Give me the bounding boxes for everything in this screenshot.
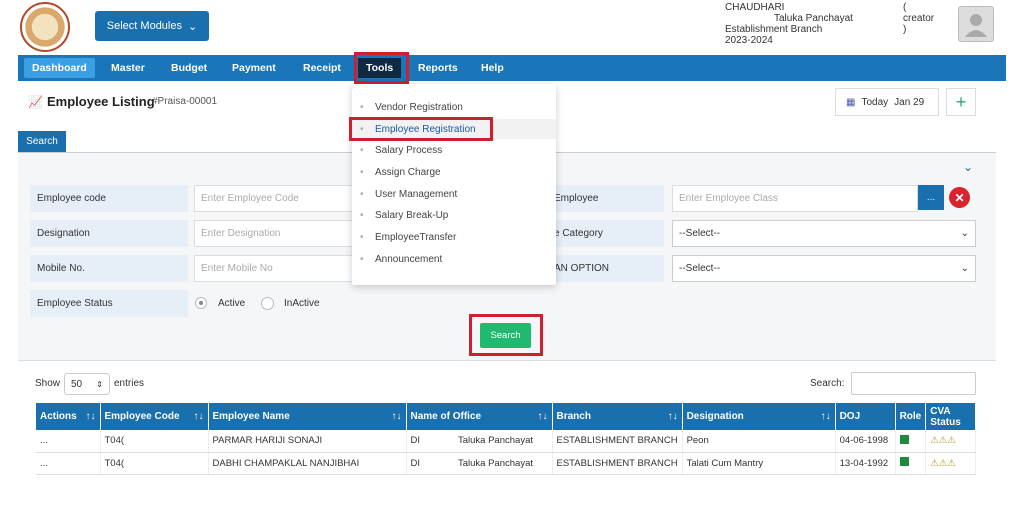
lookup-button[interactable]: ... [918, 185, 944, 210]
cva-warning-icons: ⚠⚠⚠ [925, 452, 976, 475]
row-branch: ESTABLISHMENT BRANCH [552, 430, 683, 453]
row-name: DABHI CHAMPAKLAL NANJIBHAI [208, 452, 407, 475]
entries-label: entries [114, 378, 145, 389]
nav-help[interactable]: Help [473, 58, 512, 78]
row-doj: 13-04-1992 [835, 452, 896, 475]
row-designation: Talati Cum Mantry [682, 452, 836, 475]
row-doj: 04-06-1998 [835, 430, 896, 453]
status-label: Employee Status [30, 290, 188, 317]
employee-code-input[interactable]: Enter Employee Code [194, 185, 354, 212]
highlight-tools [354, 52, 409, 84]
menu-assign-charge[interactable]: Assign Charge [352, 162, 556, 182]
add-button[interactable]: + [946, 88, 976, 116]
chevron-down-icon: ⌄ [960, 228, 969, 239]
row-actions[interactable]: ... [36, 430, 101, 453]
menu-salary-breakup[interactable]: Salary Break-Up [352, 205, 556, 225]
calendar-icon: ▦ [846, 96, 856, 108]
select-modules-label: Select Modules [106, 20, 182, 32]
designation-input[interactable]: Enter Designation [194, 220, 354, 247]
today-date: Jan 29 [894, 96, 925, 108]
menu-vendor-registration[interactable]: Vendor Registration [352, 97, 556, 117]
select-modules-button[interactable]: Select Modules ⌄ [95, 11, 209, 41]
role-icon[interactable] [895, 452, 927, 475]
mobile-input[interactable]: Enter Mobile No [194, 255, 354, 282]
row-name: PARMAR HARIJI SONAJI [208, 430, 407, 453]
nav-master[interactable]: Master [103, 58, 153, 78]
row-code: T04( [100, 452, 209, 475]
nav-reports[interactable]: Reports [410, 58, 466, 78]
nav-budget[interactable]: Budget [163, 58, 215, 78]
tools-dropdown: Vendor Registration Employee Registratio… [352, 84, 556, 285]
collapse-chevron-icon[interactable]: ⌄ [963, 160, 973, 174]
emblem-logo [20, 2, 70, 52]
col-cva-status: CVA Status [925, 403, 976, 430]
financial-year: 2023-2024 [725, 35, 773, 46]
avatar[interactable] [958, 6, 994, 42]
category-select[interactable]: --Select-- ⌄ [672, 220, 976, 247]
col-actions[interactable]: Actions ↑↓ [36, 403, 101, 430]
today-button[interactable]: ▦ Today Jan 29 [835, 88, 939, 116]
page-ref: #Praisa-00001 [152, 96, 218, 107]
plus-icon: + [955, 91, 967, 112]
menu-user-management[interactable]: User Management [352, 184, 556, 204]
table-row: ... T04( DABHI CHAMPAKLAL NANJIBHAI DI Ta… [36, 452, 976, 475]
option-value: --Select-- [679, 263, 721, 274]
highlight-search [469, 314, 543, 356]
row-office: DI Taluka Panchayat [406, 452, 553, 475]
inactive-radio[interactable] [261, 297, 274, 310]
table-search-label: Search: [810, 378, 845, 389]
entries-value: 50 [71, 378, 83, 390]
menu-salary-process[interactable]: Salary Process [352, 140, 556, 160]
nav-payment[interactable]: Payment [224, 58, 284, 78]
main-nav: Dashboard Master Budget Payment Receipt … [18, 55, 1006, 81]
mobile-label: Mobile No. [30, 255, 188, 282]
chevron-down-icon: ⌄ [960, 263, 969, 274]
cva-warning-icons: ⚠⚠⚠ [925, 430, 976, 453]
row-branch: ESTABLISHMENT BRANCH [552, 452, 683, 475]
row-designation: Peon [682, 430, 836, 453]
row-code: T04( [100, 430, 209, 453]
col-office[interactable]: Name of Office ↑↓ [406, 403, 553, 430]
role-icon[interactable] [895, 430, 927, 453]
row-actions[interactable]: ... [36, 452, 101, 475]
menu-employee-transfer[interactable]: EmployeeTransfer [352, 227, 556, 247]
user-role: ( creator ) [903, 2, 935, 35]
col-employee-name[interactable]: Employee Name ↑↓ [208, 403, 407, 430]
user-branch: Establishment Branch [725, 24, 823, 35]
row-office: DI Taluka Panchayat [406, 430, 553, 453]
active-label: Active [218, 298, 246, 309]
table-row: ... T04( PARMAR HARIJI SONAJI DI Taluka P… [36, 430, 976, 453]
option-select[interactable]: --Select-- ⌄ [672, 255, 976, 282]
designation-label: Designation [30, 220, 188, 247]
today-label: Today [861, 96, 889, 108]
active-radio[interactable] [195, 297, 207, 309]
user-name: CHAUDHARI [725, 2, 785, 13]
user-icon [965, 14, 987, 37]
col-role: Role [895, 403, 927, 430]
inactive-label: InActive [284, 298, 320, 309]
page-title: Employee Listing [47, 94, 155, 109]
show-label: Show [35, 378, 61, 389]
col-doj[interactable]: DOJ [835, 403, 896, 430]
sort-icon: ⇕ [96, 379, 103, 389]
employee-table: Actions ↑↓ Employee Code ↑↓ Employee Name ↑… [36, 403, 976, 475]
user-office: Taluka Panchayat [774, 13, 853, 24]
clear-icon[interactable]: ✕ [949, 187, 970, 208]
employee-code-label: Employee code [30, 185, 188, 212]
category-value: --Select-- [679, 228, 721, 239]
entries-select[interactable]: 50 ⇕ [64, 373, 110, 395]
nav-receipt[interactable]: Receipt [295, 58, 349, 78]
menu-announcement[interactable]: Announcement [352, 249, 556, 269]
col-branch[interactable]: Branch ↑↓ [552, 403, 683, 430]
table-search-input[interactable] [851, 372, 976, 395]
nav-dashboard[interactable]: Dashboard [24, 58, 95, 78]
chart-icon: 📈 [28, 95, 43, 109]
col-designation[interactable]: Designation ↑↓ [682, 403, 836, 430]
user-info: CHAUDHARI ( creator ) Taluka Panchayat Es… [725, 2, 934, 46]
tab-search[interactable]: Search [18, 131, 66, 152]
employee-class-input[interactable]: Enter Employee Class [672, 185, 918, 212]
highlight-employee-registration [349, 117, 493, 141]
chevron-down-icon: ⌄ [188, 20, 198, 33]
col-employee-code[interactable]: Employee Code ↑↓ [100, 403, 209, 430]
